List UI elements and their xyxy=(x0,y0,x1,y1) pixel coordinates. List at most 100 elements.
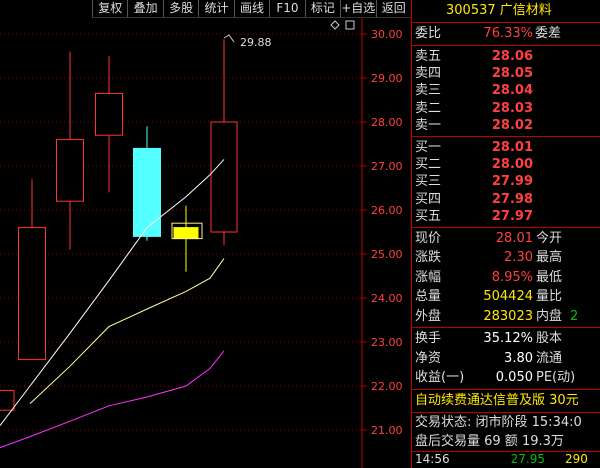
after-hours-volume: 盘后交易量 69 额 19.3万 xyxy=(415,433,564,449)
asks-row[interactable]: 卖二 28.03 xyxy=(412,100,600,117)
level-label: 买五 xyxy=(415,208,442,224)
stat-row: 收益(一) 0.050 PE(动) xyxy=(412,368,600,388)
stat-label: 涨跌 xyxy=(415,250,442,266)
axis-tick-label: 30.00 xyxy=(371,28,403,41)
candle-body xyxy=(0,389,15,411)
level-price: 28.04 xyxy=(491,83,533,99)
stat-label: 总量 xyxy=(415,289,442,305)
asks-row[interactable]: 卖一 28.02 xyxy=(412,117,600,134)
bids-row[interactable]: 买一 28.01 xyxy=(412,139,600,156)
stat-right-label: 最高 xyxy=(536,250,563,266)
stat-value: 3.80 xyxy=(504,350,533,366)
stat-value: 0.050 xyxy=(495,370,533,386)
toolbar-button-2[interactable]: 多股 xyxy=(162,0,198,17)
level-price: 28.05 xyxy=(491,66,533,82)
high-marker xyxy=(223,34,235,43)
stat-value: 283023 xyxy=(483,308,533,324)
stat-value: 2.30 xyxy=(504,250,533,266)
quote-stats: 现价 28.01 今开 涨跌 2.30 最高涨幅 8.95% 最低 总量 504424 量比外盘 28… xyxy=(412,228,600,329)
diamond-icon xyxy=(330,20,340,30)
level-price: 28.00 xyxy=(491,157,533,173)
stat-value: 35.12% xyxy=(483,331,533,347)
stat-row: 总量 504424 量比 xyxy=(412,287,600,307)
fundamental-stats: 换手 35.12% 股本净资 3.80 流通收益(一) 0.050 PE(动) xyxy=(412,328,600,390)
asks-row[interactable]: 卖五 28.06 xyxy=(412,48,600,65)
stat-row: 换手 35.12% 股本 xyxy=(412,329,600,349)
axis-tick-label: 24.00 xyxy=(371,292,403,305)
stat-right-label: PE(动) xyxy=(536,370,576,386)
toolbar-button-4[interactable]: 画线 xyxy=(233,0,269,17)
level-price: 28.06 xyxy=(491,49,533,64)
toolbar-button-8[interactable]: 返回 xyxy=(375,0,411,17)
toolbar-button-3[interactable]: 统计 xyxy=(198,0,233,17)
axis-tick-label: 26.00 xyxy=(371,204,403,217)
bid-book: 买一 28.01 买二 28.00 买三 27.99 买四 27.98 买五 27.97 xyxy=(412,137,600,228)
candle-body xyxy=(18,227,46,361)
axis-tick-label: 27.00 xyxy=(371,160,403,173)
level-label: 买四 xyxy=(415,191,442,207)
level-label: 买三 xyxy=(415,174,442,190)
candle-body xyxy=(173,227,199,240)
order-ratio-row: 委比 76.33% 委差 xyxy=(412,23,600,46)
candle-body xyxy=(56,139,84,202)
level-label: 卖三 xyxy=(415,83,442,99)
level-price: 27.97 xyxy=(491,208,533,224)
stat-label: 收益(一) xyxy=(415,370,465,386)
stat-right-label: 今开 xyxy=(536,230,563,246)
toolbar-button-6[interactable]: 标记 xyxy=(304,0,340,17)
stat-right-label: 量比 xyxy=(536,289,563,305)
level-price: 28.02 xyxy=(491,117,533,133)
stat-right-label: 内盘 xyxy=(536,308,563,324)
promo-banner[interactable]: 自动续费通达信普及版 30元 xyxy=(412,390,600,413)
candle-body xyxy=(210,121,238,233)
level-price: 27.99 xyxy=(491,174,533,190)
bids-row[interactable]: 买三 27.99 xyxy=(412,173,600,190)
stat-row: 现价 28.01 今开 xyxy=(412,229,600,249)
stat-row: 净资 3.80 流通 xyxy=(412,349,600,369)
candle-body xyxy=(95,92,123,136)
asks-row[interactable]: 卖三 28.04 xyxy=(412,82,600,99)
stock-code-name: 300537 广信材料 xyxy=(412,0,600,23)
stat-right-label: 最低 xyxy=(536,269,563,285)
stat-row: 涨幅 8.95% 最低 xyxy=(412,268,600,288)
stat-right-label: 流通 xyxy=(536,350,563,366)
level-label: 卖二 xyxy=(415,100,442,116)
stat-value: 504424 xyxy=(483,289,533,305)
ask-book: 卖五 28.06 卖四 28.05 卖三 28.04 卖二 28.03 卖一 28.02 xyxy=(412,46,600,137)
toolbar-button-0[interactable]: 复权 xyxy=(92,0,127,17)
stat-row: 涨跌 2.30 最高 xyxy=(412,248,600,268)
stat-label: 净资 xyxy=(415,350,442,366)
axis-tick-label: 29.00 xyxy=(371,72,403,85)
stat-value: 28.01 xyxy=(495,230,533,246)
bids-row[interactable]: 买四 27.98 xyxy=(412,191,600,208)
stat-label: 外盘 xyxy=(415,308,442,324)
candlestick-chart[interactable]: 30.00 29.00 28.00 27.00 26.00 25.00 24.00 23.00… xyxy=(0,0,411,468)
candle-body xyxy=(133,147,161,237)
stat-right-label: 股本 xyxy=(536,331,563,347)
toolbar-button-1[interactable]: 叠加 xyxy=(127,0,162,17)
asks-row[interactable]: 卖四 28.05 xyxy=(412,65,600,82)
tick-price: 27.95 xyxy=(510,451,545,466)
bids-row[interactable]: 买二 28.00 xyxy=(412,156,600,173)
stat-extra: 2 xyxy=(570,308,579,324)
toolbar-button-5[interactable]: F10 xyxy=(269,0,304,17)
toolbar-button-7[interactable]: +自选 xyxy=(340,0,375,17)
stat-label: 涨幅 xyxy=(415,269,442,285)
level-label: 卖一 xyxy=(415,117,442,133)
ratio-label: 委比 xyxy=(415,26,442,41)
axis-tick-label: 25.00 xyxy=(371,248,403,261)
moving-average-line xyxy=(29,258,225,404)
ratio-value: 76.33% xyxy=(483,26,533,41)
square-icon xyxy=(345,20,355,30)
axis-tick-label: 23.00 xyxy=(371,336,403,349)
moving-average-line xyxy=(0,350,225,449)
quote-panel: 300537 广信材料 委比 76.33% 委差 卖五 28.06 卖四 28.05 卖… xyxy=(411,0,600,468)
stat-label: 换手 xyxy=(415,331,442,347)
tick-volume: 290 xyxy=(565,451,588,466)
ratio-diff-label: 委差 xyxy=(535,26,562,41)
tick-time: 14:56 xyxy=(415,451,450,466)
trade-status: 交易状态: 闭市阶段 15:34:0 xyxy=(415,414,582,430)
bids-row[interactable]: 买五 27.97 xyxy=(412,208,600,225)
axis-tick-label: 22.00 xyxy=(371,380,403,393)
level-label: 买一 xyxy=(415,139,442,155)
